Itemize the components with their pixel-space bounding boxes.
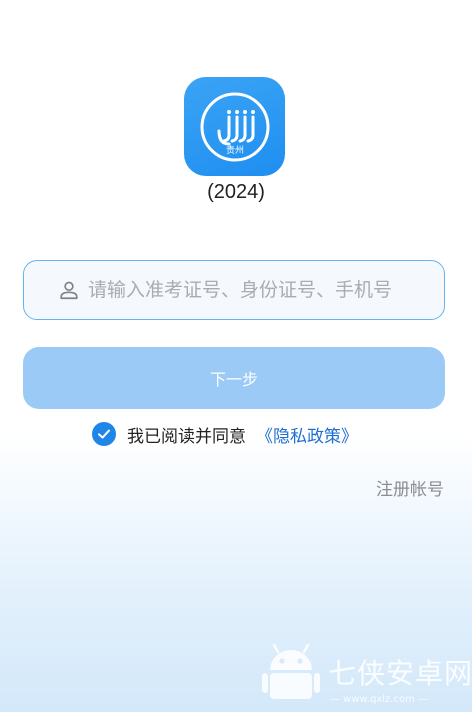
agreement-checkbox[interactable]	[92, 422, 116, 446]
app-logo-text: 贵州	[225, 144, 243, 156]
app-logo-icon: 贵州	[184, 77, 285, 176]
agreement-row: 我已阅读并同意 《隐私政策》	[92, 420, 358, 448]
check-icon	[98, 429, 110, 439]
register-account-link[interactable]: 注册帐号	[376, 475, 444, 500]
agreement-text: 我已阅读并同意	[127, 426, 246, 447]
next-step-button[interactable]: 下一步	[23, 347, 445, 409]
watermark-title: 七侠安卓网	[328, 657, 472, 690]
app-year-label: (2024)	[207, 181, 265, 203]
user-icon	[60, 281, 78, 300]
android-robot-icon	[262, 643, 320, 699]
id-number-input[interactable]	[88, 279, 428, 301]
site-watermark: 七侠安卓网 — www.qxlz.com —	[262, 636, 472, 712]
watermark-url: — www.qxlz.com —	[330, 694, 428, 705]
id-number-field[interactable]	[23, 260, 445, 320]
privacy-policy-link[interactable]: 《隐私政策》	[256, 422, 358, 447]
